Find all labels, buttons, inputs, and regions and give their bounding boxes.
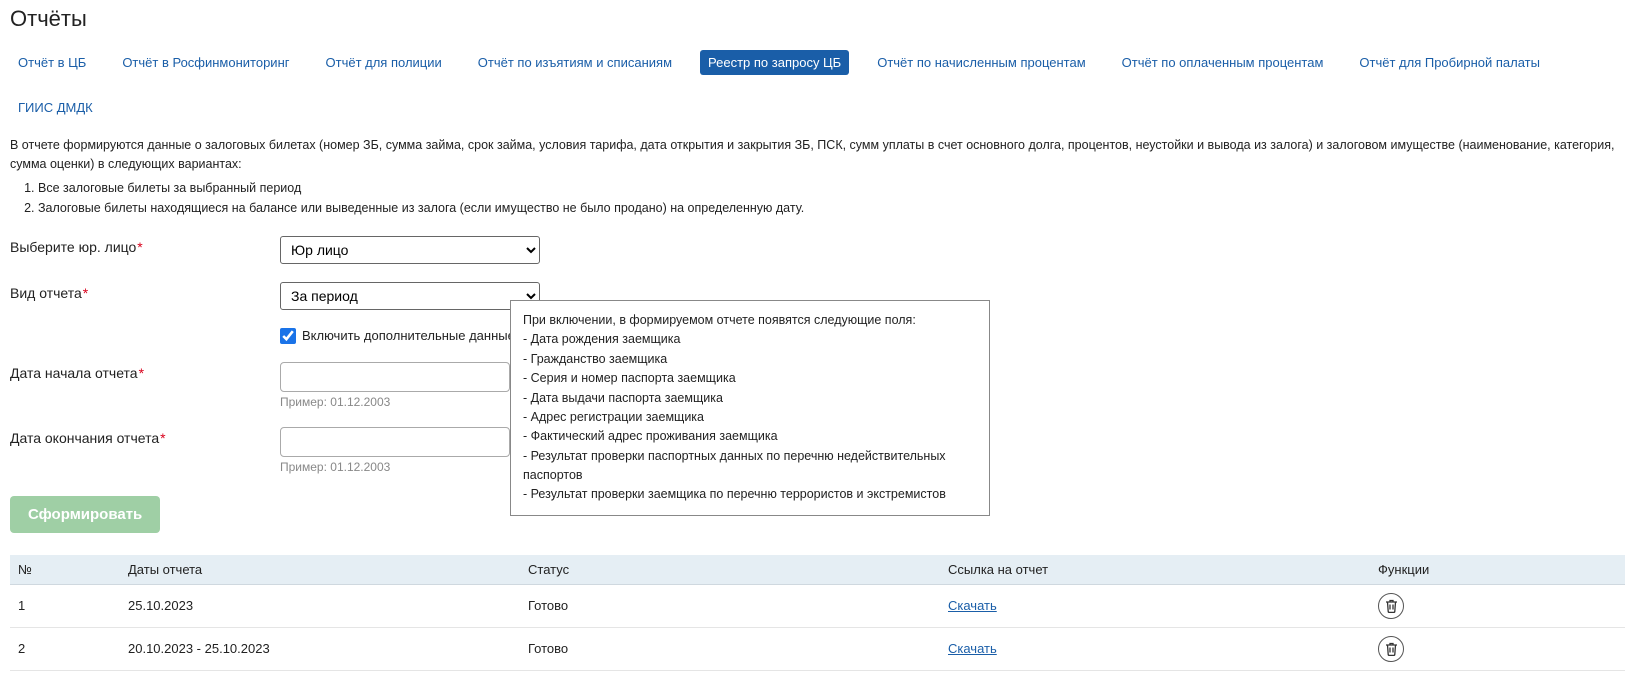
submit-button[interactable]: Сформировать	[10, 496, 160, 533]
tab-4[interactable]: Реестр по запросу ЦБ	[700, 50, 849, 75]
tab-0[interactable]: Отчёт в ЦБ	[10, 50, 94, 75]
download-link[interactable]: Скачать	[948, 641, 997, 656]
cell-link: Скачать	[940, 627, 1370, 670]
tab-6[interactable]: Отчёт по оплаченным процентам	[1114, 50, 1332, 75]
download-link[interactable]: Скачать	[948, 598, 997, 613]
cell-dates: 20.10.2023 - 25.10.2023	[120, 627, 520, 670]
tabs-bar: Отчёт в ЦБ Отчёт в Росфинмониторинг Отчёт …	[10, 50, 1625, 120]
date-from-input[interactable]	[280, 362, 510, 392]
th-status: Статус	[520, 555, 940, 585]
report-type-select[interactable]: За период	[280, 282, 540, 310]
th-func: Функции	[1370, 555, 1625, 585]
cell-func	[1370, 584, 1625, 627]
date-to-label: Дата окончания отчета*	[10, 427, 280, 446]
variant-item: Залоговые билеты находящиеся на балансе …	[38, 198, 1625, 218]
entity-select[interactable]: Юр лицо	[280, 236, 540, 264]
page-title: Отчёты	[10, 6, 1625, 32]
date-from-hint: Пример: 01.12.2003	[280, 395, 510, 409]
date-from-label: Дата начала отчета*	[10, 362, 280, 381]
delete-icon[interactable]	[1378, 636, 1404, 662]
tab-5[interactable]: Отчёт по начисленным процентам	[869, 50, 1093, 75]
tab-3[interactable]: Отчёт по изъятиям и списаниям	[470, 50, 680, 75]
reports-table: № Даты отчета Статус Ссылка на отчет Фун…	[10, 555, 1625, 671]
th-link: Ссылка на отчет	[940, 555, 1370, 585]
entity-label: Выберите юр. лицо*	[10, 236, 280, 255]
th-num: №	[10, 555, 120, 585]
table-row: 220.10.2023 - 25.10.2023Готово Скачать	[10, 627, 1625, 670]
cell-status: Готово	[520, 584, 940, 627]
cell-num: 2	[10, 627, 120, 670]
cell-num: 1	[10, 584, 120, 627]
date-to-hint: Пример: 01.12.2003	[280, 460, 510, 474]
table-row: 125.10.2023Готово Скачать	[10, 584, 1625, 627]
th-dates: Даты отчета	[120, 555, 520, 585]
tab-8[interactable]: ГИИС ДМДК	[10, 95, 101, 120]
tab-7[interactable]: Отчёт для Пробирной палаты	[1351, 50, 1548, 75]
cell-status: Готово	[520, 627, 940, 670]
delete-icon[interactable]	[1378, 593, 1404, 619]
report-type-label: Вид отчета*	[10, 282, 280, 301]
include-extra-label: Включить дополнительные данные	[302, 328, 515, 343]
cell-dates: 25.10.2023	[120, 584, 520, 627]
tab-2[interactable]: Отчёт для полиции	[318, 50, 450, 75]
date-to-input[interactable]	[280, 427, 510, 457]
variants-list: Все залоговые билеты за выбранный период…	[38, 178, 1625, 218]
tooltip-extra-fields: При включении, в формируемом отчете появ…	[510, 300, 990, 516]
report-description: В отчете формируются данные о залоговых …	[10, 136, 1625, 174]
cell-link: Скачать	[940, 584, 1370, 627]
cell-func	[1370, 627, 1625, 670]
include-extra-checkbox[interactable]	[280, 328, 296, 344]
tab-1[interactable]: Отчёт в Росфинмониторинг	[114, 50, 297, 75]
variant-item: Все залоговые билеты за выбранный период	[38, 178, 1625, 198]
